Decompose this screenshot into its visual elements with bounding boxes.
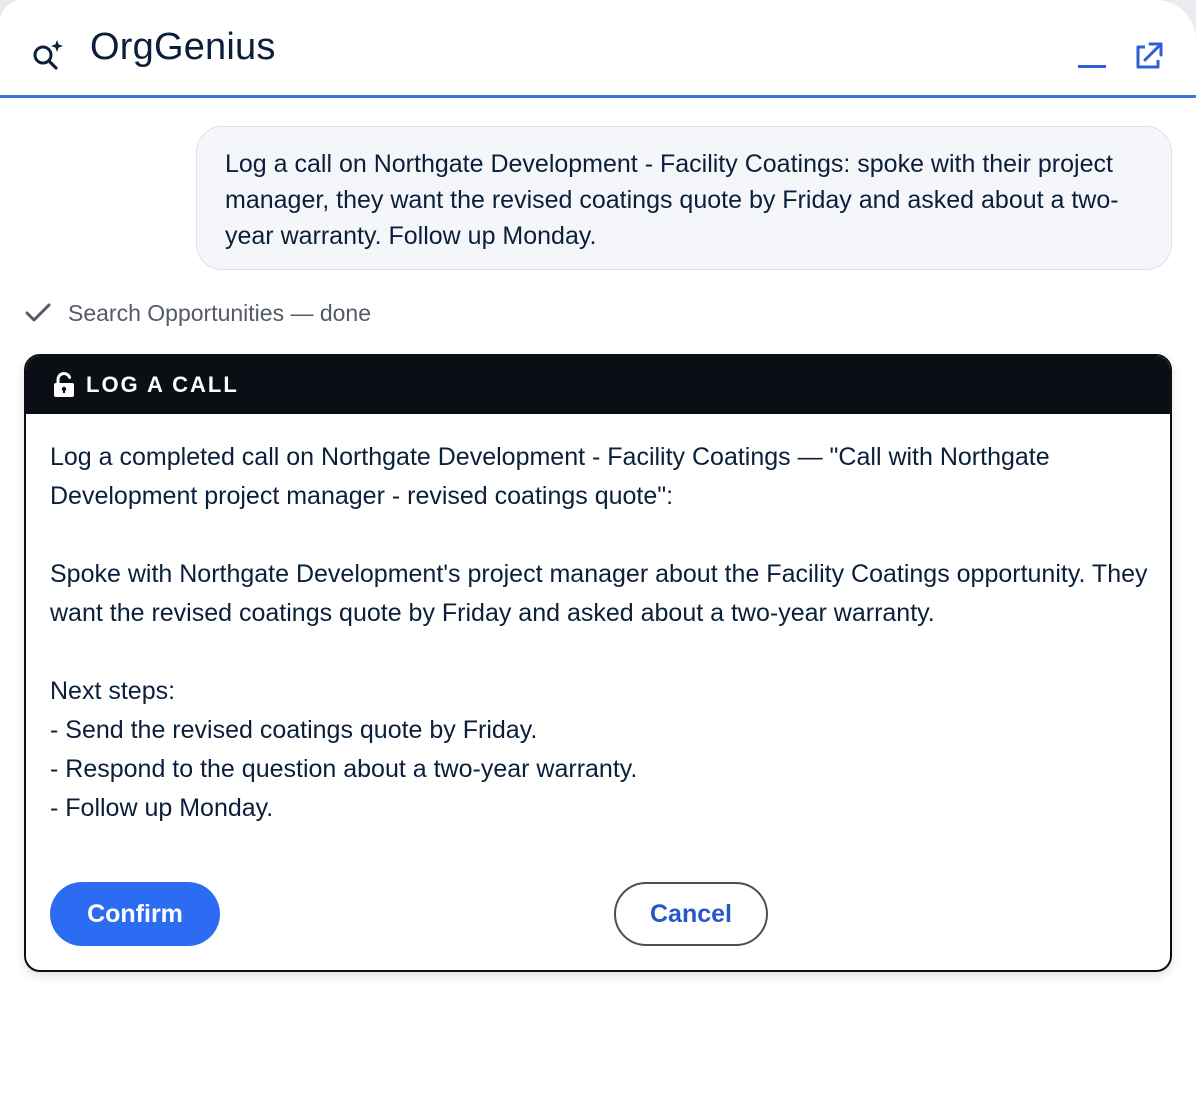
card-body: Log a completed call on Northgate Develo… bbox=[50, 438, 1150, 828]
confirm-button[interactable]: Confirm bbox=[50, 882, 220, 946]
card-title: LOG A CALL bbox=[86, 372, 239, 397]
log-call-card: LOG A CALL Log a completed call on North… bbox=[24, 354, 1172, 972]
call-summary: Log a completed call on Northgate Develo… bbox=[50, 443, 1050, 510]
app-title: OrgGenius bbox=[90, 26, 276, 68]
external-link-icon bbox=[1136, 42, 1163, 69]
cancel-button[interactable]: Cancel bbox=[614, 882, 768, 946]
checkmark-icon bbox=[25, 303, 51, 322]
call-description: Spoke with Northgate Development's proje… bbox=[50, 560, 1148, 627]
next-steps-heading: Next steps: bbox=[50, 677, 176, 705]
tool-status: Search Opportunities — done bbox=[24, 298, 371, 328]
next-step-item: - Follow up Monday. bbox=[50, 794, 274, 822]
card-header: LOG A CALL bbox=[26, 356, 1170, 414]
next-step-item: - Respond to the question about a two-ye… bbox=[50, 755, 638, 783]
tool-status-text: Search Opportunities — done bbox=[68, 299, 372, 326]
search-sparkle-icon bbox=[33, 40, 63, 70]
lock-open-icon bbox=[54, 372, 74, 397]
assistant-panel: OrgGenius Log a call on Northgate Develo… bbox=[0, 0, 1196, 1120]
user-message-bubble: Log a call on Northgate Development - Fa… bbox=[196, 126, 1172, 270]
minimize-button[interactable] bbox=[1074, 40, 1110, 72]
popout-button[interactable] bbox=[1130, 38, 1166, 74]
panel-header: OrgGenius bbox=[0, 0, 1196, 98]
next-step-item: - Send the revised coatings quote by Fri… bbox=[50, 716, 538, 744]
minimize-icon bbox=[1078, 65, 1106, 68]
